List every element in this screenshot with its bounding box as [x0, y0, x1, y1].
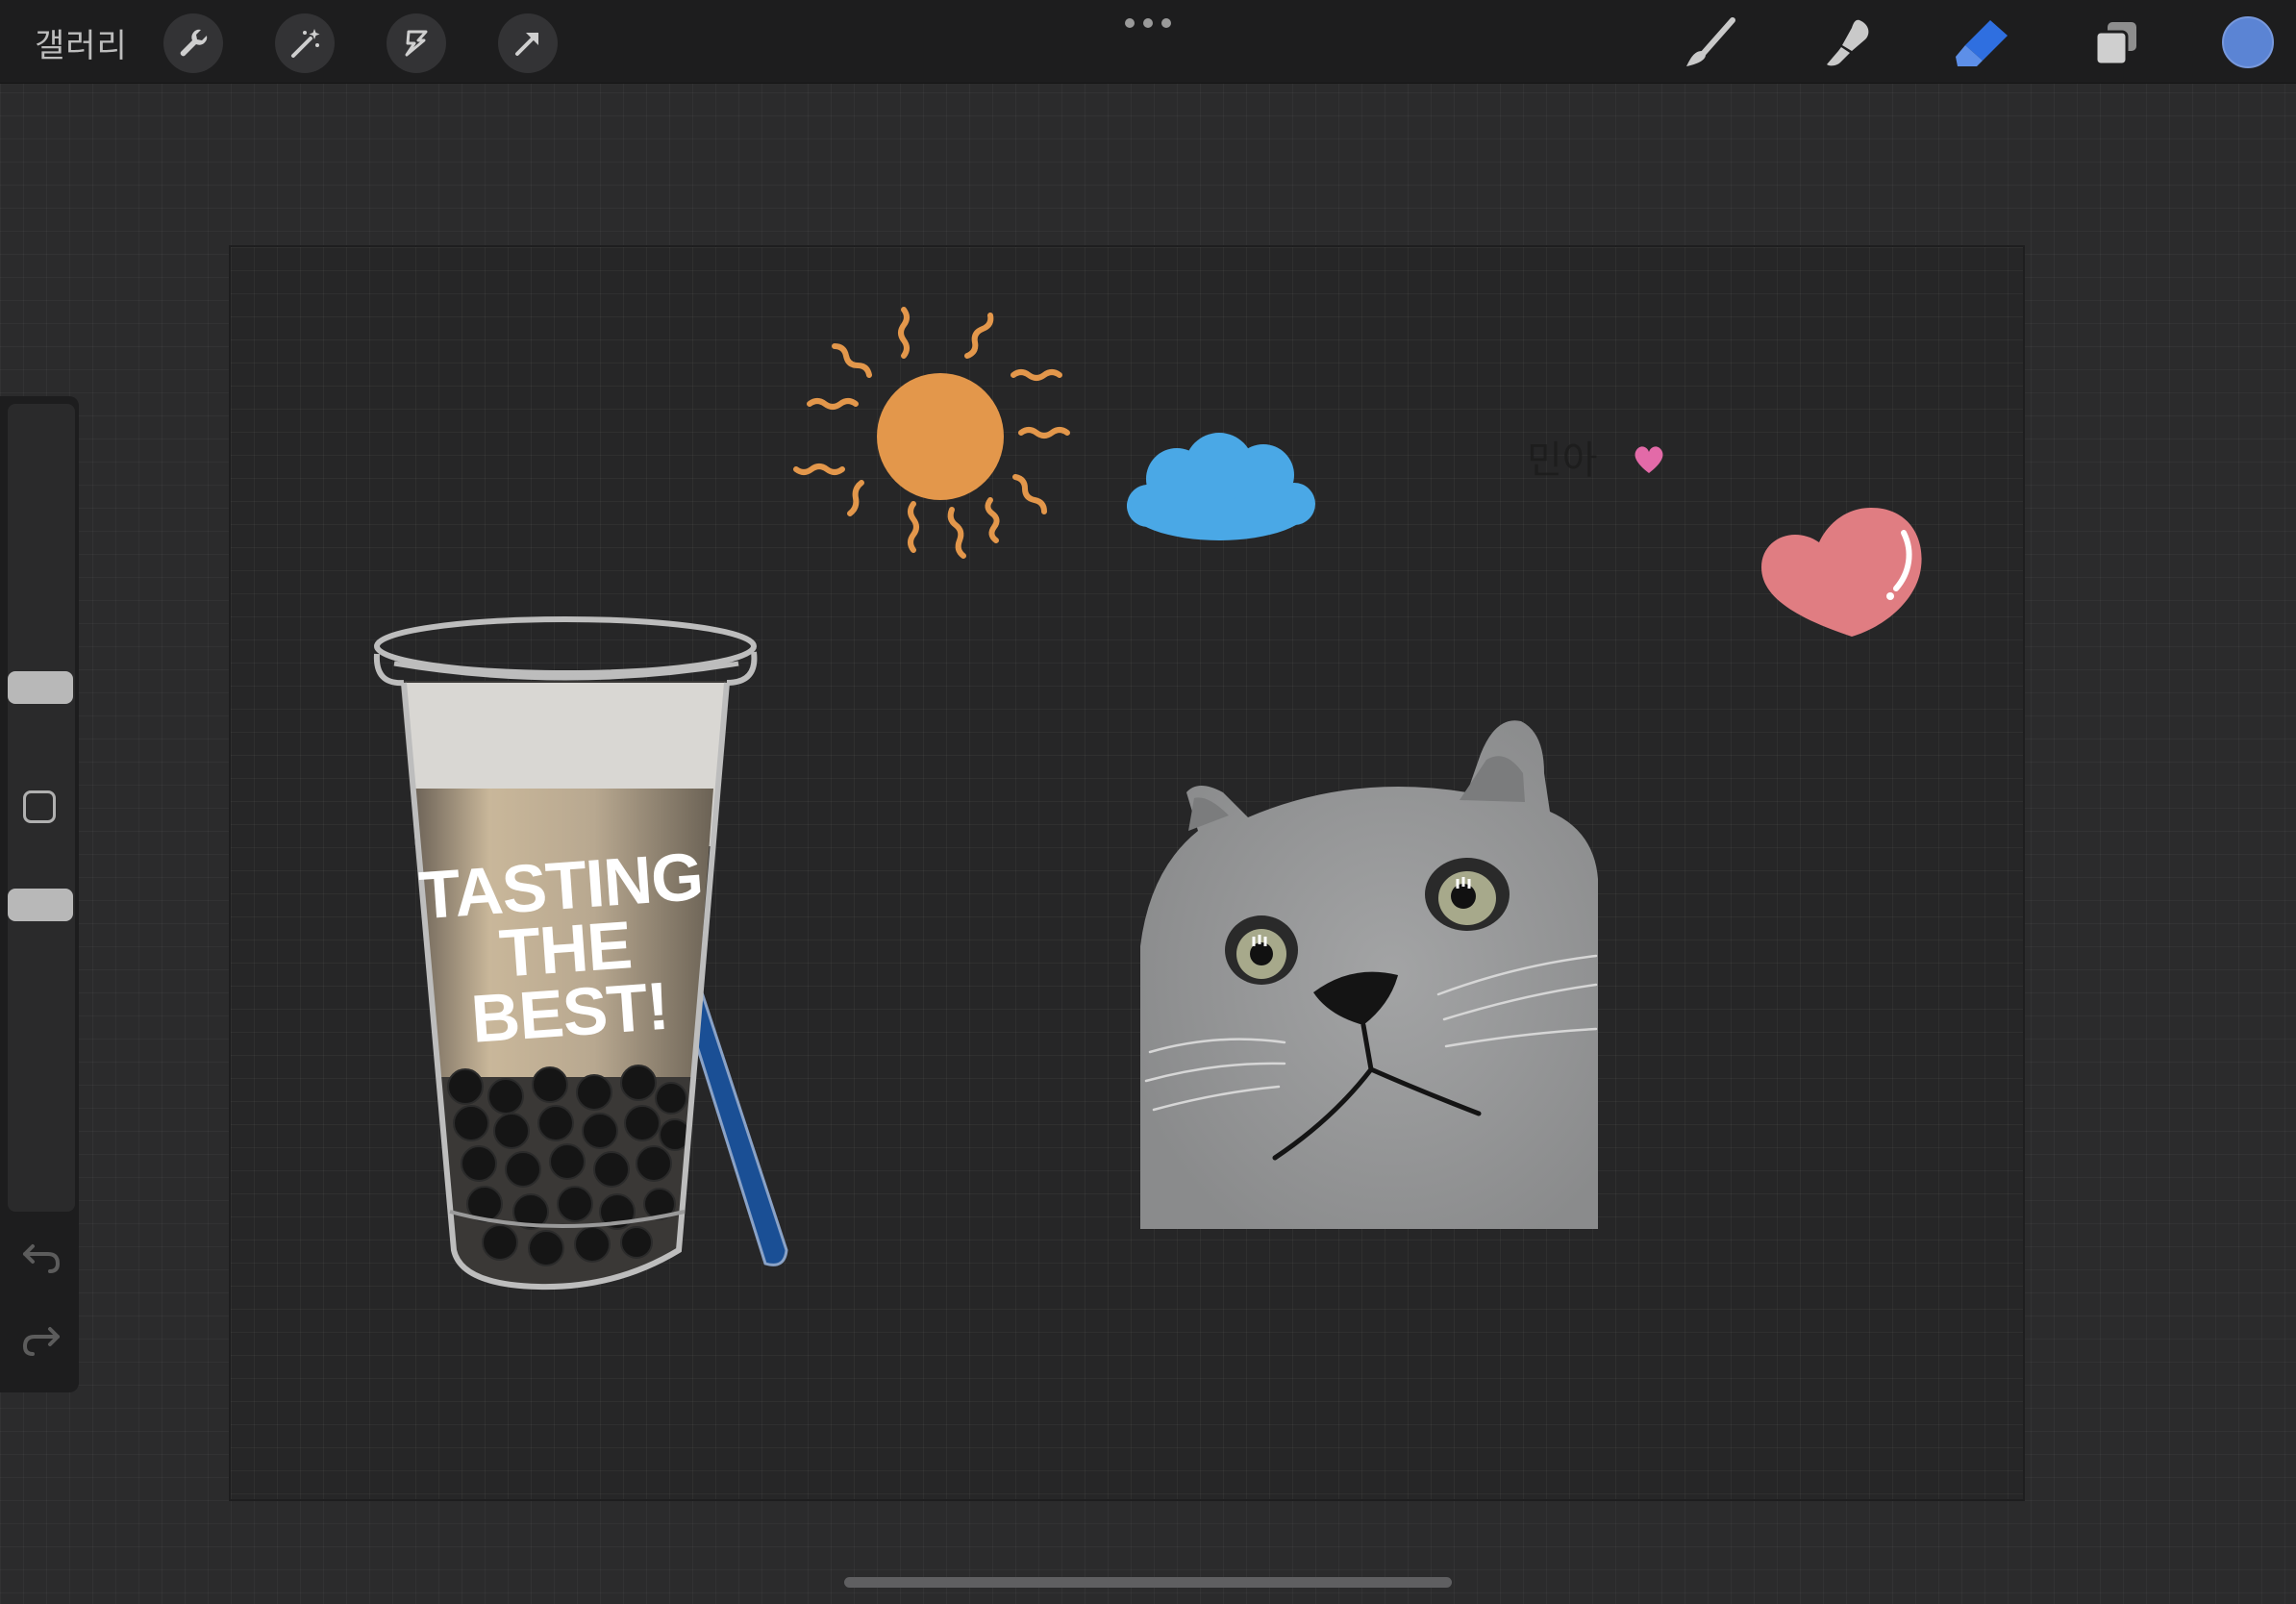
- sun-drawing: [793, 307, 1070, 559]
- transform-arrow-icon: [515, 33, 538, 56]
- magic-wand-icon: [291, 29, 320, 58]
- wrench-icon: [180, 29, 208, 57]
- cloud-drawing: [1127, 433, 1315, 540]
- handwritten-name: 민아: [1527, 439, 1598, 483]
- smudge-icon: [1827, 19, 1869, 66]
- home-indicator[interactable]: [844, 1577, 1452, 1588]
- gallery-button[interactable]: 갤러리: [35, 19, 128, 66]
- modify-button[interactable]: [23, 790, 56, 823]
- actions-button[interactable]: [163, 13, 223, 73]
- brush-icon: [1686, 17, 1735, 66]
- brush-tool-button[interactable]: [1681, 13, 1742, 73]
- small-pink-heart-icon: [1635, 446, 1663, 473]
- selection-icon: [405, 30, 428, 57]
- more-options-icon[interactable]: [1125, 13, 1171, 33]
- transform-button[interactable]: [498, 13, 558, 73]
- eraser-tool-button[interactable]: [1950, 13, 2011, 73]
- redo-icon[interactable]: [21, 1323, 62, 1358]
- smudge-tool-button[interactable]: [1815, 13, 1877, 73]
- left-sidebar: [0, 396, 79, 1392]
- undo-icon[interactable]: [21, 1241, 62, 1275]
- color-picker-button[interactable]: [2222, 16, 2274, 68]
- eraser-icon: [1956, 20, 2008, 66]
- top-toolbar: 갤러리: [0, 0, 2296, 84]
- brush-size-slider-handle[interactable]: [8, 671, 73, 704]
- drink-slogan: TASTING THE BEST!: [414, 839, 715, 1057]
- heart-drawing: [1761, 508, 1922, 637]
- opacity-slider-handle[interactable]: [8, 889, 73, 921]
- adjustments-button[interactable]: [275, 13, 335, 73]
- layers-icon: [2094, 22, 2136, 66]
- cat-drawing: [1140, 720, 1598, 1229]
- selection-button[interactable]: [387, 13, 446, 73]
- layers-button[interactable]: [2084, 13, 2146, 73]
